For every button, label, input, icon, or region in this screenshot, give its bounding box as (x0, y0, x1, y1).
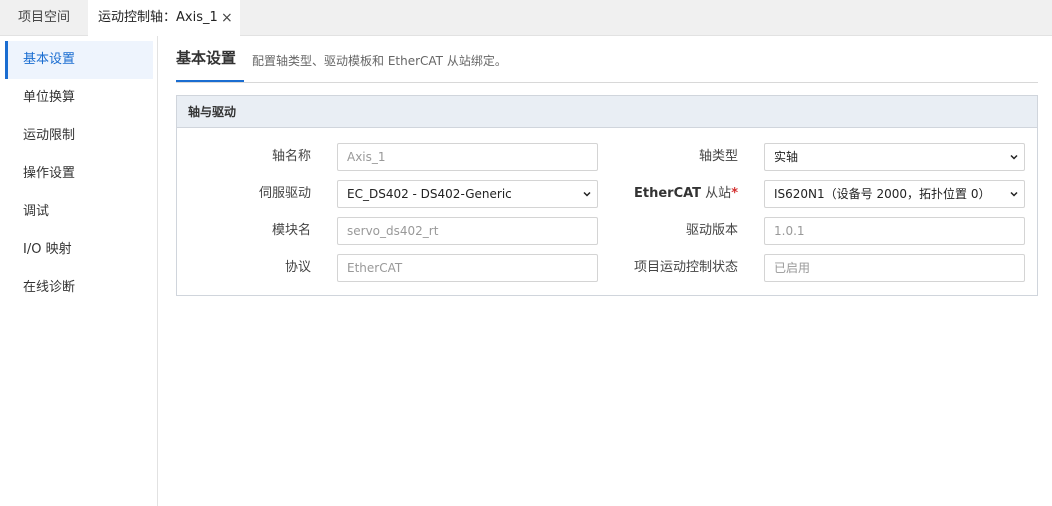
tab-bar: 项目空间 运动控制轴：Axis_1 × (0, 0, 1052, 36)
divider (176, 82, 1038, 83)
tab-axis-1[interactable]: 运动控制轴：Axis_1 × (88, 0, 240, 36)
ethercat-label-rest: 从站 (701, 186, 732, 201)
driver-version-field[interactable]: 1.0.1 (764, 217, 1025, 245)
sidebar-item-label: I/O 映射 (23, 242, 72, 257)
sidebar-item-label: 操作设置 (23, 166, 76, 181)
sidebar-item-unit-conversion[interactable]: 单位换算 (5, 79, 153, 117)
ethercat-slave-select[interactable]: IS620N1（设备号 2000，拓扑位置 0） (764, 180, 1025, 208)
servo-drive-label: 伺服驱动 (258, 186, 311, 201)
chevron-down-icon (583, 191, 591, 197)
sidebar-item-label: 调试 (23, 204, 50, 219)
tab-label: 项目空间 (17, 10, 70, 25)
sidebar-item-io-mapping[interactable]: I/O 映射 (5, 231, 153, 269)
sidebar-item-label: 单位换算 (23, 90, 76, 105)
chevron-down-icon (1010, 154, 1018, 160)
ethercat-slave-label: EtherCAT 从站* (600, 180, 738, 208)
driver-version-label: 驱动版本 (685, 223, 738, 238)
motion-status-label: 项目运动控制状态 (633, 260, 738, 275)
tab-project-space[interactable]: 项目空间 (0, 0, 88, 36)
protocol-label: 协议 (284, 260, 311, 275)
servo-drive-select[interactable]: EC_DS402 - DS402-Generic (337, 180, 598, 208)
sidebar-item-label: 在线诊断 (23, 280, 76, 295)
sidebar-item-motion-limits[interactable]: 运动限制 (5, 117, 153, 155)
chevron-down-icon (1010, 191, 1018, 197)
select-value: EC_DS402 - DS402-Generic (347, 187, 512, 201)
sidebar-item-label: 运动限制 (23, 128, 76, 143)
ethercat-label-bold: EtherCAT (634, 186, 702, 201)
motion-status-field[interactable]: 已启用 (764, 254, 1025, 282)
select-value: 实轴 (774, 150, 799, 164)
tab-label: 运动控制轴：Axis_1 (98, 10, 218, 25)
axis-type-label: 轴类型 (698, 149, 738, 164)
sidebar-item-basic-settings[interactable]: 基本设置 (5, 41, 153, 79)
module-name-label: 模块名 (271, 223, 311, 238)
sidebar-item-operation-settings[interactable]: 操作设置 (5, 155, 153, 193)
protocol-field[interactable]: EtherCAT (337, 254, 598, 282)
required-marker: * (731, 186, 738, 201)
sidebar-item-online-diagnostics[interactable]: 在线诊断 (5, 269, 153, 307)
axis-name-input[interactable]: Axis_1 (337, 143, 598, 171)
panel-title: 轴与驱动 (177, 96, 1037, 128)
close-icon[interactable]: × (221, 0, 233, 36)
axis-type-select[interactable]: 实轴 (764, 143, 1025, 171)
axis-name-label: 轴名称 (271, 149, 311, 164)
page-title: 基本设置 (176, 49, 237, 67)
module-name-field[interactable]: servo_ds402_rt (337, 217, 598, 245)
sidebar-item-label: 基本设置 (23, 52, 76, 67)
sidebar: 基本设置 单位换算 运动限制 操作设置 调试 I/O 映射 在线诊断 (0, 36, 158, 506)
page-description: 配置轴类型、驱动模板和 EtherCAT 从站绑定。 (252, 54, 507, 68)
select-value: IS620N1（设备号 2000，拓扑位置 0） (774, 187, 991, 201)
sidebar-item-debug[interactable]: 调试 (5, 193, 153, 231)
